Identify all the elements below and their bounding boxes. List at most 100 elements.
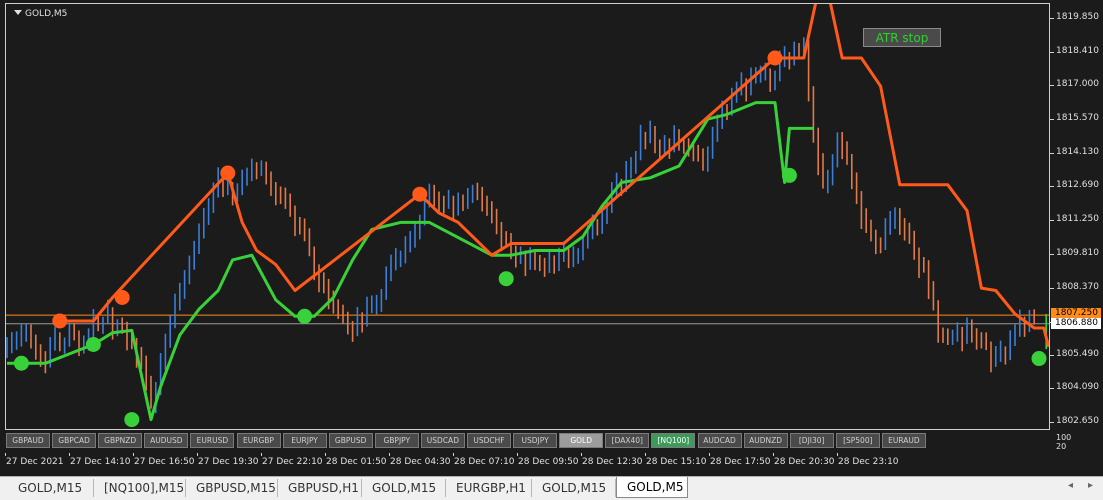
- chart-tab-goldm15[interactable]: GOLD,M15: [362, 479, 446, 497]
- price-axis-tick: [1050, 18, 1054, 20]
- chart-tab-gbpusdh1[interactable]: GBPUSD,H1: [278, 479, 362, 497]
- symbol-button-gbpaud[interactable]: GBPAUD: [6, 433, 50, 448]
- chevron-down-icon[interactable]: [14, 10, 22, 15]
- time-axis-tick: [197, 453, 198, 456]
- symbol-button-audusd[interactable]: AUDUSD: [144, 433, 189, 448]
- price-axis-tick: [1050, 118, 1054, 120]
- chart-tab-bar: ◂ ▸ GOLD,M15 [NQ100],M15 GBPUSD,M15 GBPUSD,…: [0, 476, 1103, 500]
- price-axis-label: 1817.000: [1056, 79, 1099, 90]
- chart-tab-nq100m15[interactable]: [NQ100],M15: [94, 479, 186, 497]
- time-axis-tick: [709, 453, 710, 456]
- symbol-button-gold[interactable]: GOLD: [559, 433, 604, 448]
- long-stop-line: [7, 101, 814, 422]
- long-signal-dot: [781, 167, 797, 183]
- time-axis-label: 27 Dec 16:50: [134, 457, 195, 467]
- time-axis-label: 28 Dec 04:30: [390, 457, 451, 467]
- symbol-button-dax40[interactable]: [DAX40]: [605, 433, 650, 448]
- time-axis-label: 28 Dec 17:50: [710, 457, 771, 467]
- short-stop-line: [55, 4, 1049, 348]
- time-axis-tick: [453, 453, 454, 456]
- time-axis-tick: [837, 453, 838, 456]
- price-axis-label: 1809.810: [1056, 248, 1099, 258]
- price-axis-label: 1818.410: [1056, 46, 1099, 57]
- price-axis: 1819.850 1818.410 1817.000 1815.570 1814.130…: [1050, 3, 1103, 430]
- chart-plot-area[interactable]: GOLD,M5 ATR stop: [5, 3, 1050, 430]
- symbol-button-sp500[interactable]: [SP500]: [835, 433, 880, 448]
- secondary-price-tag: 1806.880: [1051, 317, 1101, 329]
- long-signal-dot: [1031, 351, 1047, 367]
- time-axis-tick: [325, 453, 326, 456]
- time-axis-label: 28 Dec 23:10: [838, 457, 899, 467]
- time-axis-tick: [517, 453, 518, 456]
- symbol-button-eurgbp[interactable]: EURGBP: [236, 433, 281, 448]
- time-axis-label: 27 Dec 2021: [6, 457, 64, 467]
- symbol-button-usdchf[interactable]: USDCHF: [467, 433, 511, 448]
- chart-tab-goldm5[interactable]: GOLD,M5: [616, 477, 688, 498]
- symbol-button-audcad[interactable]: AUDCAD: [697, 433, 742, 448]
- tab-scroll-left-icon[interactable]: ◂: [1068, 480, 1073, 491]
- chart-title: GOLD,M5: [14, 9, 67, 19]
- price-axis-tick: [1050, 52, 1054, 54]
- symbol-button-nq100[interactable]: [NQ100]: [651, 433, 696, 448]
- price-axis-label: 1804.090: [1056, 382, 1099, 393]
- symbol-switcher-bar: GBPAUD GBPCAD GBPNZD AUDUSD EURUSD EURGBP EURJ…: [5, 432, 1050, 450]
- time-axis-tick: [69, 453, 70, 456]
- time-axis-label: 27 Dec 14:10: [70, 457, 131, 467]
- symbol-button-usdjpy[interactable]: USDJPY: [513, 433, 558, 448]
- price-chart: [6, 4, 1049, 428]
- symbol-button-gbpusd[interactable]: GBPUSD: [328, 433, 373, 448]
- short-signal-dot: [114, 290, 130, 306]
- price-axis-label: 1805.490: [1056, 349, 1099, 360]
- symbol-button-audnzd[interactable]: AUDNZD: [743, 433, 788, 448]
- time-axis-tick: [645, 453, 646, 456]
- price-axis-tick: [1050, 186, 1054, 188]
- long-signal-dot: [297, 308, 313, 324]
- chart-tab-goldm15[interactable]: GOLD,M15: [8, 479, 94, 497]
- symbol-button-gbpjpy[interactable]: GBPJPY: [374, 433, 419, 448]
- price-axis-tick: [1050, 422, 1054, 424]
- sub-axis-bottom-label: 20: [1056, 442, 1067, 451]
- price-axis-label: 1814.130: [1056, 146, 1099, 157]
- price-axis-tick: [1050, 388, 1054, 390]
- long-signal-dot: [13, 355, 29, 371]
- time-axis-label: 28 Dec 12:30: [582, 457, 643, 467]
- time-axis-tick: [581, 453, 582, 456]
- tab-scroll-right-icon[interactable]: ▸: [1088, 480, 1093, 491]
- time-axis-tick: [133, 453, 134, 456]
- price-axis-label: 1811.250: [1056, 214, 1099, 225]
- price-axis-tick: [1050, 355, 1054, 357]
- time-axis-label: 27 Dec 19:30: [198, 457, 259, 467]
- time-axis-tick: [5, 453, 6, 456]
- chart-symbol-label: GOLD,M5: [25, 9, 68, 19]
- symbol-button-dji30[interactable]: [DJI30]: [789, 433, 834, 448]
- short-signal-dot: [767, 50, 783, 66]
- chart-tab-eurgbph1[interactable]: EURGBP,H1: [446, 479, 532, 497]
- price-axis-label: 1802.650: [1056, 416, 1099, 427]
- chart-tab-goldm15[interactable]: GOLD,M15: [532, 479, 616, 497]
- chart-window: GOLD,M5 ATR stop 1819.850 1818.410 1817.00…: [0, 0, 1103, 476]
- sub-axis-top-label: 100: [1056, 433, 1072, 442]
- time-axis-label: 28 Dec 20:30: [774, 457, 835, 467]
- price-axis-tick: [1050, 152, 1054, 154]
- time-axis-tick: [261, 453, 262, 456]
- time-axis-tick: [389, 453, 390, 456]
- symbol-button-eurusd[interactable]: EURUSD: [190, 433, 235, 448]
- short-signal-dot: [220, 165, 236, 181]
- price-axis-tick: [1050, 287, 1054, 289]
- time-axis-tick: [773, 453, 774, 456]
- symbol-button-eurjpy[interactable]: EURJPY: [282, 433, 327, 448]
- symbol-button-gbpcad[interactable]: GBPCAD: [52, 433, 97, 448]
- long-signal-dot: [85, 336, 101, 352]
- time-axis-label: 28 Dec 07:10: [454, 457, 515, 467]
- chart-tab-gbpusdm15[interactable]: GBPUSD,M15: [186, 479, 278, 497]
- short-signal-dot: [412, 186, 428, 202]
- long-signal-dot: [124, 412, 140, 428]
- price-axis-label: 1812.690: [1056, 180, 1099, 191]
- atr-stop-button[interactable]: ATR stop: [863, 28, 941, 47]
- symbol-button-usdcad[interactable]: USDCAD: [420, 433, 465, 448]
- symbol-button-gbpnzd[interactable]: GBPNZD: [98, 433, 143, 448]
- symbol-button-euraud[interactable]: EURAUD: [881, 433, 926, 448]
- price-axis-tick: [1050, 85, 1054, 87]
- time-axis-label: 28 Dec 01:50: [326, 457, 387, 467]
- time-axis-label: 28 Dec 15:10: [646, 457, 707, 467]
